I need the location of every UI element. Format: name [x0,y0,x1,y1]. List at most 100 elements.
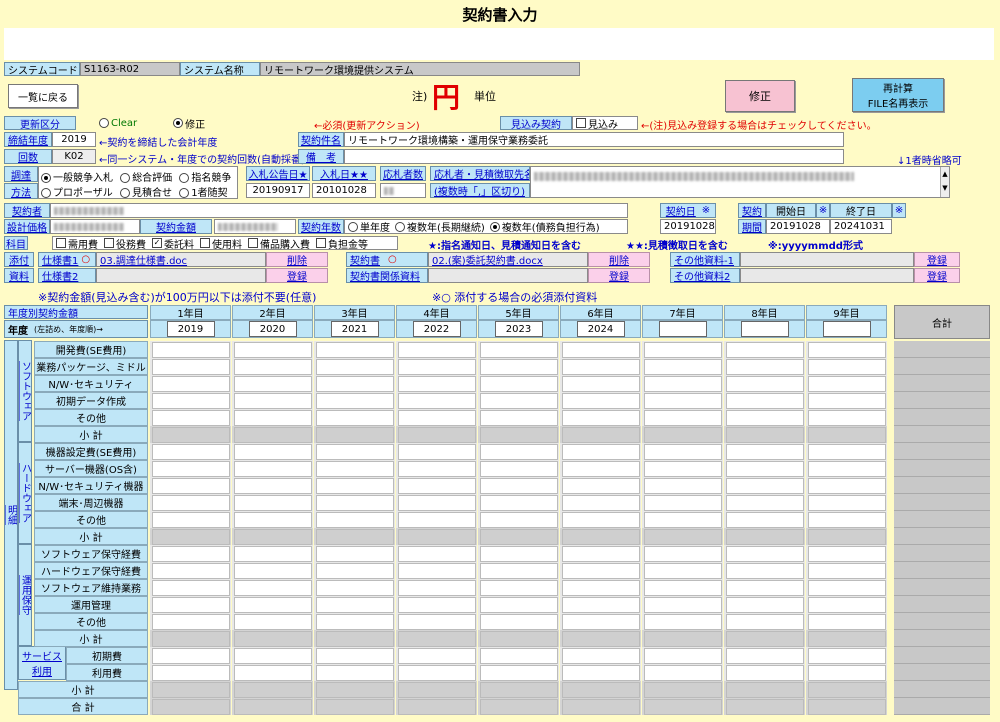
amount-input[interactable] [398,342,476,358]
amount-cell[interactable] [396,460,477,477]
remarks-input[interactable] [344,149,844,164]
amount-input[interactable] [562,512,640,528]
amount-input[interactable] [152,359,230,375]
amount-input[interactable] [644,495,722,511]
amount-cell[interactable] [724,511,805,528]
amount-cell[interactable] [806,460,887,477]
amount-input[interactable] [808,376,886,392]
amount-input[interactable] [726,648,804,664]
amount-cell[interactable] [724,443,805,460]
amount-cell[interactable] [478,443,559,460]
chk-2[interactable]: ✓ [152,238,162,248]
amount-cell[interactable] [642,409,723,426]
amount-input[interactable] [152,342,230,358]
amount-input[interactable] [316,546,394,562]
amount-input[interactable] [398,461,476,477]
amount-cell[interactable] [396,579,477,596]
amount-cell[interactable] [314,358,395,375]
amount-cell[interactable] [560,562,641,579]
amount-cell[interactable] [232,664,313,681]
amount-input[interactable] [234,376,312,392]
contractor-input[interactable] [50,203,628,218]
spec2-register[interactable]: 登録 [266,268,328,283]
quoters-scrollbar[interactable]: ▲ ▼ [940,167,949,197]
amount-input[interactable] [726,580,804,596]
amount-input[interactable] [152,546,230,562]
amount-cell[interactable] [806,511,887,528]
amount-cell[interactable] [396,358,477,375]
amount-input[interactable] [808,597,886,613]
amount-input[interactable] [808,648,886,664]
contract-doc-delete[interactable]: 削除 [588,252,650,267]
amount-input[interactable] [480,563,558,579]
amount-cell[interactable] [560,375,641,392]
amount-input[interactable] [398,580,476,596]
amount-cell[interactable] [806,358,887,375]
amount-cell[interactable] [232,358,313,375]
amount-cell[interactable] [314,494,395,511]
amount-cell[interactable] [478,579,559,596]
amount-input[interactable] [562,546,640,562]
amount-cell[interactable] [560,664,641,681]
amount-input[interactable] [562,614,640,630]
amount-cell[interactable] [314,341,395,358]
amount-input[interactable] [808,580,886,596]
amount-cell[interactable] [724,664,805,681]
amount-input[interactable] [562,478,640,494]
other1-register[interactable]: 登録 [914,252,960,267]
amount-cell[interactable] [806,375,887,392]
modify-button[interactable]: 修正 [725,80,795,112]
amount-cell[interactable] [314,596,395,613]
year-input-1[interactable]: 2019 [166,321,215,337]
amount-cell[interactable] [724,647,805,664]
radio-overall-eval[interactable] [120,173,131,183]
amount-input[interactable] [726,478,804,494]
amount-cell[interactable] [150,392,231,409]
amount-cell[interactable] [478,511,559,528]
amount-input[interactable] [480,614,558,630]
year-input-2[interactable]: 2020 [248,321,297,337]
amount-input[interactable] [234,359,312,375]
amount-cell[interactable] [806,664,887,681]
radio-single-year[interactable] [348,221,358,232]
amount-cell[interactable] [724,562,805,579]
amount-cell[interactable] [806,562,887,579]
amount-cell[interactable] [150,358,231,375]
amount-input[interactable] [726,495,804,511]
amount-input[interactable] [398,597,476,613]
amount-input[interactable] [726,512,804,528]
amount-input[interactable] [644,563,722,579]
amount-cell[interactable] [560,647,641,664]
amount-input[interactable] [644,478,722,494]
amount-cell[interactable] [560,409,641,426]
amount-input[interactable] [562,393,640,409]
amount-cell[interactable] [560,511,641,528]
amount-cell[interactable] [478,562,559,579]
amount-input[interactable] [152,580,230,596]
amount-cell[interactable] [478,409,559,426]
amount-cell[interactable] [150,460,231,477]
amount-cell[interactable] [396,664,477,681]
amount-input[interactable] [234,580,312,596]
amount-cell[interactable] [806,494,887,511]
amount-cell[interactable] [724,494,805,511]
amount-cell[interactable] [232,392,313,409]
year-input-9[interactable] [822,321,871,337]
amount-input[interactable] [726,410,804,426]
amount-input[interactable] [152,614,230,630]
amount-input[interactable] [152,495,230,511]
amount-cell[interactable] [396,511,477,528]
amount-input[interactable] [644,376,722,392]
amount-cell[interactable] [150,647,231,664]
amount-cell[interactable] [314,545,395,562]
amount-input[interactable] [480,665,558,681]
amount-input[interactable] [644,393,722,409]
amount-input[interactable] [726,444,804,460]
amount-cell[interactable] [314,460,395,477]
amount-input[interactable] [644,461,722,477]
amount-input[interactable] [644,580,722,596]
amount-input[interactable] [480,648,558,664]
radio-clear[interactable] [99,118,109,128]
amount-input[interactable] [562,410,640,426]
amount-input[interactable] [808,495,886,511]
